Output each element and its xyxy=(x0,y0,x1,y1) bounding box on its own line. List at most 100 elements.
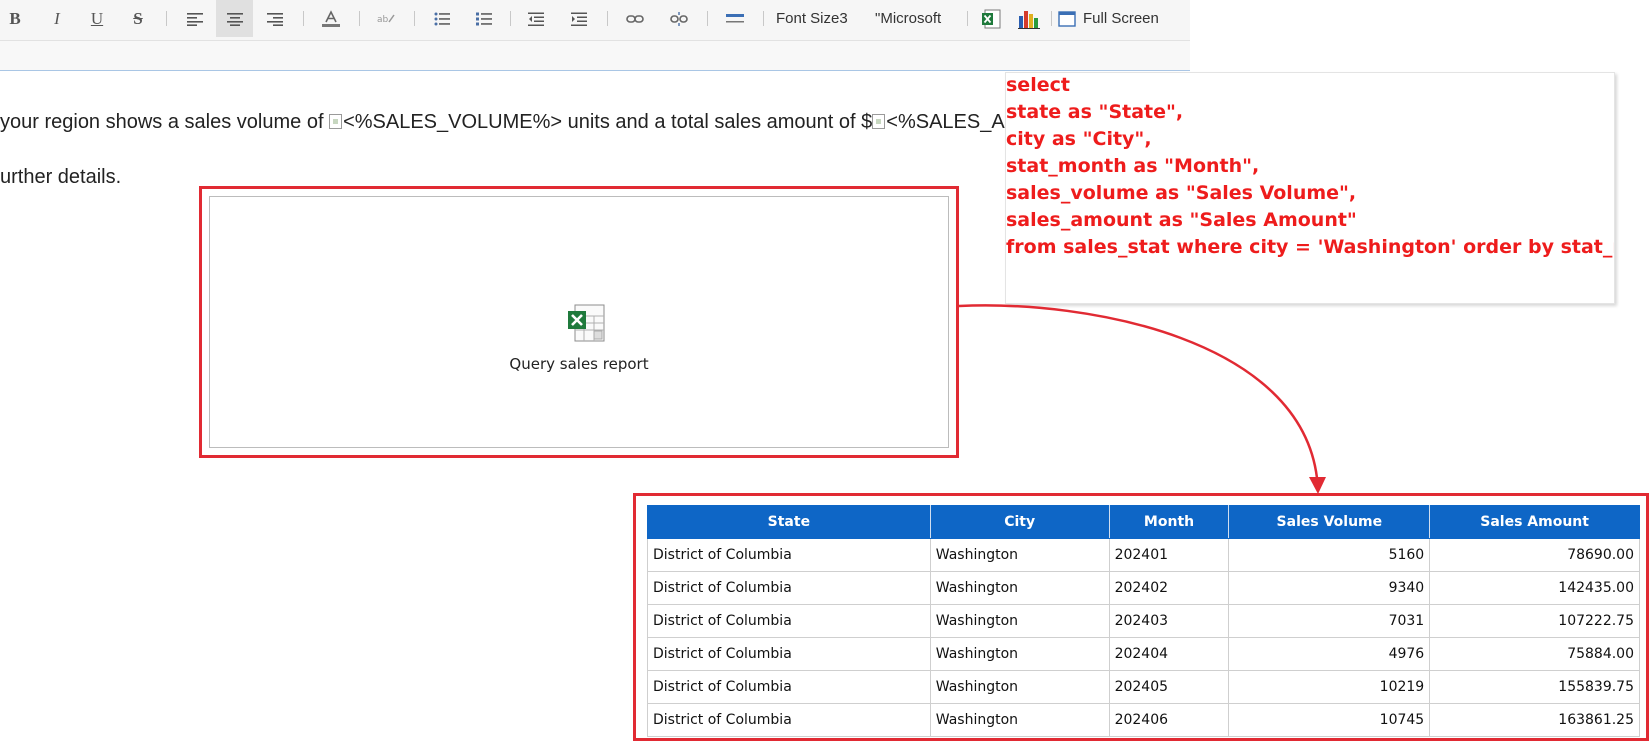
indent-icon xyxy=(571,12,587,26)
editor-toolbar: B I U S ab Font Size3 "Microsoft Full Sc… xyxy=(0,0,1190,41)
spreadsheet-icon xyxy=(568,304,605,342)
clear-format-icon: ab xyxy=(377,14,395,25)
toolbar-secondary-bar xyxy=(0,41,1190,71)
align-left-icon xyxy=(186,12,203,26)
font-color-icon xyxy=(322,9,340,27)
strikethrough-button[interactable]: S xyxy=(121,0,155,37)
document-text: units and a total sales amount of $ xyxy=(562,111,873,133)
sql-line: sales_amount as "Sales Amount" xyxy=(1006,209,1357,231)
table-cell: 5160 xyxy=(1228,538,1431,572)
table-cell: 202405 xyxy=(1108,670,1230,704)
table-cell: 202402 xyxy=(1108,571,1230,605)
font-size-select[interactable]: Font Size3 xyxy=(776,0,868,37)
toolbar-separator xyxy=(707,11,708,26)
table-cell: 75884.00 xyxy=(1429,637,1640,671)
link-icon xyxy=(626,14,644,23)
sql-line: select xyxy=(1006,74,1070,96)
table-cell: District of Columbia xyxy=(647,637,931,671)
align-right-button[interactable] xyxy=(257,0,292,37)
table-cell: 10745 xyxy=(1228,703,1431,737)
align-center-button[interactable] xyxy=(216,0,253,37)
table-cell: 4976 xyxy=(1228,637,1431,671)
column-header[interactable]: State xyxy=(647,505,931,539)
toolbar-separator xyxy=(607,11,608,26)
outdent-button[interactable] xyxy=(518,0,554,37)
numbered-list-button[interactable] xyxy=(466,0,502,37)
toolbar-separator xyxy=(414,11,415,26)
table-cell: Washington xyxy=(929,604,1110,638)
result-table-highlight: State City Month Sales Volume Sales Amou… xyxy=(633,493,1649,741)
bar-chart-icon xyxy=(1018,10,1040,29)
table-cell: 163861.25 xyxy=(1429,703,1640,737)
sql-line: from sales_stat where city = 'Washington… xyxy=(1006,236,1615,258)
document-text: your region shows a sales volume of xyxy=(0,111,330,133)
table-cell: 78690.00 xyxy=(1429,538,1640,572)
horizontal-rule-icon xyxy=(726,13,744,22)
table-row: District of Columbia Washington 202404 4… xyxy=(647,637,1640,671)
table-header-row: State City Month Sales Volume Sales Amou… xyxy=(647,505,1640,539)
toolbar-separator xyxy=(303,11,304,26)
excel-icon xyxy=(982,9,1001,28)
column-header[interactable]: Sales Volume xyxy=(1228,505,1431,539)
toolbar-separator xyxy=(1051,11,1052,26)
query-sales-report-label: Query sales report xyxy=(509,355,649,373)
table-cell: 202406 xyxy=(1108,703,1230,737)
bold-button[interactable]: B xyxy=(0,0,30,37)
bold-icon: B xyxy=(9,8,21,28)
unlink-icon xyxy=(670,11,688,26)
table-cell: 142435.00 xyxy=(1429,571,1640,605)
insert-chart-button[interactable] xyxy=(1010,0,1048,37)
font-family-label: "Microsoft xyxy=(875,10,942,27)
sql-line: stat_month as "Month", xyxy=(1006,155,1260,177)
column-header[interactable]: City xyxy=(929,505,1110,539)
column-header[interactable]: Month xyxy=(1108,505,1230,539)
bulleted-list-button[interactable] xyxy=(424,0,460,37)
table-cell: Washington xyxy=(929,670,1110,704)
italic-icon: I xyxy=(54,8,60,28)
svg-text:ab: ab xyxy=(377,15,389,25)
table-cell: 7031 xyxy=(1228,604,1431,638)
column-header[interactable]: Sales Amount xyxy=(1429,505,1640,539)
full-screen-icon xyxy=(1058,10,1076,27)
table-row: District of Columbia Washington 202402 9… xyxy=(647,571,1640,605)
sales-amount-placeholder[interactable]: <%SALES_AMOUNT%> xyxy=(886,111,1005,133)
align-left-button[interactable] xyxy=(177,0,212,37)
indent-button[interactable] xyxy=(561,0,597,37)
font-family-select[interactable]: "Microsoft xyxy=(875,0,963,37)
insert-link-button[interactable] xyxy=(617,0,653,37)
toolbar-separator xyxy=(967,11,968,26)
sales-volume-placeholder[interactable]: <%SALES_VOLUME%> xyxy=(343,111,562,133)
full-screen-label: Full Screen xyxy=(1083,10,1159,27)
table-cell: Washington xyxy=(929,571,1110,605)
toolbar-separator xyxy=(763,11,764,26)
table-cell: 155839.75 xyxy=(1429,670,1640,704)
insert-excel-button[interactable] xyxy=(974,0,1008,37)
full-screen-button[interactable]: Full Screen xyxy=(1058,0,1182,37)
remove-link-button[interactable] xyxy=(661,0,697,37)
strikethrough-icon: S xyxy=(133,8,143,28)
outdent-icon xyxy=(528,12,544,26)
table-cell: Washington xyxy=(929,538,1110,572)
horizontal-rule-button[interactable] xyxy=(717,0,753,37)
arrow-head-icon xyxy=(1309,477,1326,494)
sales-result-table: State City Month Sales Volume Sales Amou… xyxy=(647,505,1640,737)
table-row: District of Columbia Washington 202406 1… xyxy=(647,703,1640,737)
table-cell: District of Columbia xyxy=(647,604,931,638)
broken-image-icon xyxy=(872,114,886,129)
underline-button[interactable]: U xyxy=(80,0,114,37)
font-color-button[interactable] xyxy=(313,0,349,37)
sql-query-panel: select state as "State", city as "City",… xyxy=(1005,72,1615,304)
table-cell: District of Columbia xyxy=(647,670,931,704)
document-text: urther details. xyxy=(0,166,122,188)
clear-format-button[interactable]: ab xyxy=(368,0,404,37)
table-cell: 202404 xyxy=(1108,637,1230,671)
sql-line: sales_volume as "Sales Volume", xyxy=(1006,182,1357,204)
document-line-2[interactable]: urther details. xyxy=(0,166,121,189)
italic-button[interactable]: I xyxy=(40,0,74,37)
document-line-1[interactable]: your region shows a sales volume of <%SA… xyxy=(0,105,1005,145)
query-sales-report-widget[interactable]: Query sales report xyxy=(209,196,949,448)
table-cell: District of Columbia xyxy=(647,538,931,572)
table-row: District of Columbia Washington 202405 1… xyxy=(647,670,1640,704)
broken-image-icon xyxy=(329,114,343,129)
table-row: District of Columbia Washington 202403 7… xyxy=(647,604,1640,638)
